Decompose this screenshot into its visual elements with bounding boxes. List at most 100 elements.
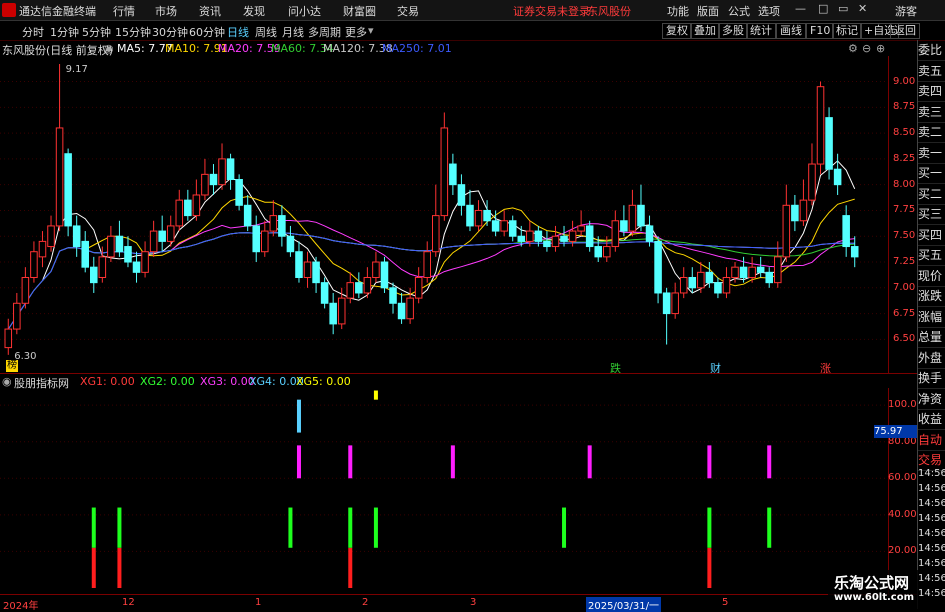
candle: [158, 230, 166, 242]
period-30min[interactable]: 30分钟: [152, 24, 188, 40]
side-panel-item[interactable]: 涨幅: [918, 307, 945, 328]
menu-gongshi[interactable]: 公式: [728, 3, 750, 19]
zoom-out-icon[interactable]: ⊖: [862, 42, 871, 55]
tag-bang[interactable]: 榜: [6, 360, 18, 372]
menu-hangqing[interactable]: 行情: [113, 3, 135, 19]
minimize-icon[interactable]: —: [795, 2, 806, 15]
candle: [731, 266, 739, 278]
indicator-tick: 100.0: [888, 399, 917, 411]
menu-faxian[interactable]: 发现: [243, 3, 265, 19]
candle: [201, 173, 209, 196]
side-panel-item[interactable]: 换手: [918, 368, 945, 389]
side-panel-item[interactable]: 买二: [918, 184, 945, 205]
candle: [799, 199, 808, 222]
menu-shichang[interactable]: 市场: [155, 3, 177, 19]
candle: [295, 251, 303, 278]
chart-settings-icon[interactable]: ◉: [104, 42, 114, 55]
indicator-chart[interactable]: [0, 388, 888, 594]
price-tick: 7.75: [893, 204, 916, 216]
date-cursor-label: 2025/03/31/一: [586, 597, 662, 612]
settings-gear-icon[interactable]: ⚙: [848, 42, 858, 55]
diejia-button[interactable]: 叠加: [690, 23, 720, 39]
zoom-in-icon[interactable]: ⊕: [876, 42, 885, 55]
side-panel-item[interactable]: 收益: [918, 409, 945, 430]
period-more[interactable]: 更多: [345, 24, 367, 40]
period-weekly[interactable]: 周线: [255, 24, 277, 40]
period-5min[interactable]: 5分钟: [82, 24, 111, 40]
candle: [791, 204, 799, 222]
candle: [526, 230, 534, 242]
restore-icon[interactable]: □: [818, 2, 828, 15]
date-label-1: 1: [255, 597, 262, 608]
xg2-signal-bar: [373, 507, 378, 548]
period-daily[interactable]: 日线: [227, 24, 249, 40]
period-monthly[interactable]: 月线: [282, 24, 304, 40]
side-panel-item[interactable]: 涨跌: [918, 286, 945, 307]
xg3-signal-bar: [767, 445, 772, 479]
candle: [611, 220, 620, 248]
candle: [620, 220, 628, 232]
candle: [568, 230, 577, 242]
candle: [141, 251, 149, 273]
period-15min[interactable]: 15分钟: [115, 24, 151, 40]
huaxian-button[interactable]: 画线: [776, 23, 806, 39]
menu-xuanxiang[interactable]: 选项: [758, 3, 780, 19]
side-panel-item[interactable]: 外盘: [918, 348, 945, 369]
candle: [543, 240, 551, 248]
indicator-settings-icon[interactable]: ◉: [2, 375, 12, 388]
ma250-label: MA250: 7.01: [382, 42, 452, 55]
menu-banmian[interactable]: 版面: [697, 3, 719, 19]
menu-wenxiaoda[interactable]: 问小达: [288, 3, 321, 19]
period-multi[interactable]: 多周期: [308, 24, 341, 40]
candle: [414, 276, 423, 299]
fuquan-button[interactable]: 复权: [662, 23, 692, 39]
xg1-signal-bar: [117, 547, 122, 588]
side-panel-item[interactable]: 自动: [918, 430, 945, 451]
login-warning[interactable]: 证券交易未登录: [513, 3, 590, 19]
candle: [64, 153, 72, 227]
side-panel-item[interactable]: 卖三: [918, 102, 945, 123]
candle: [218, 158, 226, 186]
period-1min[interactable]: 1分钟: [50, 24, 79, 40]
candle: [423, 251, 432, 278]
period-60min[interactable]: 60分钟: [189, 24, 225, 40]
guest-user[interactable]: 游客: [895, 3, 917, 19]
close-icon[interactable]: ✕: [858, 2, 867, 15]
menu-gongneng[interactable]: 功能: [667, 3, 689, 19]
xg5-label: XG5: 0.00: [296, 375, 351, 388]
candle: [303, 261, 312, 278]
menu-zixun[interactable]: 资讯: [199, 3, 221, 19]
side-panel-item[interactable]: 卖五: [918, 61, 945, 82]
f10-button[interactable]: F10: [806, 23, 835, 39]
menu-caifuquan[interactable]: 财富圈: [343, 3, 376, 19]
side-panel-item[interactable]: 委比: [918, 40, 945, 61]
side-panel-item[interactable]: 买五: [918, 245, 945, 266]
side-panel-item[interactable]: 卖二: [918, 122, 945, 143]
time-cell: 14:56: [918, 588, 945, 599]
side-panel-item[interactable]: 净资: [918, 389, 945, 410]
indicator-axis-line: [888, 388, 889, 594]
side-panel-item[interactable]: 卖一: [918, 143, 945, 164]
candle: [500, 220, 508, 232]
candle: [842, 215, 850, 248]
side-panel-item[interactable]: 买三: [918, 204, 945, 225]
biaoji-button[interactable]: 标记: [832, 23, 862, 39]
candle: [449, 163, 457, 186]
candle: [132, 261, 141, 273]
candle: [149, 230, 158, 253]
side-panel-item[interactable]: 卖四: [918, 81, 945, 102]
duogu-button[interactable]: 多股: [718, 23, 748, 39]
more-dropdown-icon[interactable]: ▾: [368, 24, 374, 37]
tongji-button[interactable]: 统计: [746, 23, 776, 39]
back-button[interactable]: 返回: [890, 23, 920, 39]
side-panel-item[interactable]: 总量: [918, 327, 945, 348]
kline-chart[interactable]: 9.17 6.30: [0, 56, 888, 374]
side-panel-item[interactable]: 买四: [918, 225, 945, 246]
side-panel-item[interactable]: 买一: [918, 163, 945, 184]
candle: [628, 204, 637, 232]
maximize-icon[interactable]: ▭: [838, 2, 848, 15]
menu-jiaoyi[interactable]: 交易: [397, 3, 419, 19]
side-panel-item[interactable]: 现价: [918, 266, 945, 287]
period-fenshi[interactable]: 分时: [22, 24, 44, 40]
candle: [47, 225, 55, 248]
